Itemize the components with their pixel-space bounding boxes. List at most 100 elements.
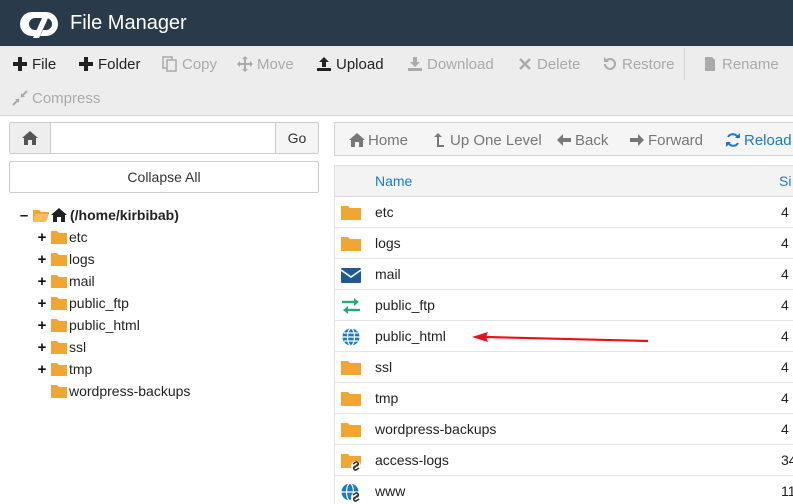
row-size: 34 — [781, 452, 793, 468]
expand-toggle[interactable]: + — [36, 361, 48, 378]
compress-button[interactable]: Compress — [12, 86, 100, 110]
row-name: public_ftp — [375, 297, 435, 313]
row-size: 4 — [781, 204, 789, 220]
expand-toggle[interactable]: + — [36, 339, 48, 356]
move-button[interactable]: Move — [237, 52, 294, 76]
copy-label: Copy — [182, 55, 218, 73]
table-row[interactable]: ssl 4 — [335, 352, 793, 383]
reload-icon — [726, 133, 740, 147]
tree-item-label: public_ftp — [69, 295, 129, 311]
tree-item-label: wordpress-backups — [69, 383, 191, 399]
annotation-arrow-icon — [472, 332, 649, 343]
tree-root-label: (/home/kirbibab) — [70, 207, 179, 223]
folder-icon — [341, 361, 361, 375]
table-row[interactable]: etc 4 — [335, 197, 793, 228]
copy-icon — [162, 56, 177, 72]
collapse-all-button[interactable]: Collapse All — [9, 161, 319, 193]
row-name: www — [375, 483, 406, 499]
row-name: etc — [375, 204, 394, 220]
up-one-level-button[interactable]: Up One Level — [431, 131, 542, 149]
row-size: 11 — [781, 483, 793, 499]
folder-icon — [51, 252, 67, 266]
compress-label: Compress — [32, 89, 101, 107]
rename-label: Rename — [722, 55, 779, 73]
download-icon — [408, 57, 422, 71]
column-header-name[interactable]: Name — [375, 173, 412, 189]
table-row[interactable]: wordpress-backups 4 — [335, 414, 793, 445]
reload-label: Reload — [744, 131, 792, 149]
collapse-toggle[interactable]: – — [18, 207, 30, 224]
expand-toggle[interactable]: + — [36, 317, 48, 334]
folder-icon — [51, 362, 67, 376]
forward-button[interactable]: Forward — [629, 131, 703, 149]
folder-link-icon — [341, 454, 361, 471]
tree-item-label: tmp — [69, 361, 93, 377]
new-file-button[interactable]: File — [12, 52, 56, 76]
globe-icon — [342, 327, 360, 347]
restore-button[interactable]: Restore — [602, 52, 675, 76]
rename-button[interactable]: Rename — [702, 52, 779, 76]
row-size: 4 — [781, 328, 789, 344]
tree-item-mail[interactable]: + mail — [36, 270, 95, 292]
file-icon — [705, 57, 715, 71]
reload-button[interactable]: Reload — [725, 131, 792, 149]
folder-icon — [51, 230, 67, 244]
folder-icon — [51, 384, 67, 398]
copy-button[interactable]: Copy — [162, 52, 217, 76]
home-icon — [349, 133, 365, 147]
folder-icon — [341, 392, 361, 406]
path-input[interactable] — [51, 123, 275, 153]
tree-item-public-ftp[interactable]: + public_ftp — [36, 292, 129, 314]
tree-item-etc[interactable]: + etc — [36, 226, 88, 248]
tree-item-tmp[interactable]: + tmp — [36, 358, 93, 380]
home-path-button[interactable] — [10, 123, 51, 153]
row-name: public_html — [375, 328, 446, 344]
tree-item-logs[interactable]: + logs — [36, 248, 95, 270]
download-button[interactable]: Download — [407, 52, 494, 76]
upload-label: Upload — [336, 55, 384, 73]
compress-icon — [12, 90, 28, 106]
table-row[interactable]: www 11 — [335, 476, 793, 504]
plus-icon — [79, 57, 93, 71]
forward-label: Forward — [648, 131, 704, 149]
app-header: File Manager — [0, 0, 793, 46]
tree-item-wordpress-backups[interactable]: wordpress-backups — [36, 380, 190, 402]
restore-icon — [604, 57, 616, 70]
back-button[interactable]: Back — [556, 131, 608, 149]
tree-item-public-html[interactable]: + public_html — [36, 314, 140, 336]
new-folder-button[interactable]: Folder — [78, 52, 141, 76]
folder-icon — [51, 296, 67, 310]
go-button[interactable]: Go — [275, 123, 318, 153]
expand-toggle[interactable]: + — [36, 251, 48, 268]
tree-item-ssl[interactable]: + ssl — [36, 336, 87, 358]
tree-root[interactable]: – (/home/kirbibab) — [18, 204, 179, 226]
column-header-size[interactable]: Si — [779, 173, 791, 189]
new-file-label: File — [32, 55, 57, 73]
table-row[interactable]: mail 4 — [335, 259, 793, 290]
expand-toggle[interactable]: + — [36, 229, 48, 246]
row-name: logs — [375, 235, 401, 251]
home-button[interactable]: Home — [349, 131, 408, 149]
table-row[interactable]: access-logs 34 — [335, 445, 793, 476]
expand-toggle[interactable]: + — [36, 273, 48, 290]
home-label: Home — [368, 131, 409, 149]
download-label: Download — [427, 55, 494, 73]
arrow-left-icon — [557, 134, 571, 146]
back-label: Back — [575, 131, 609, 149]
folder-open-icon — [33, 209, 49, 222]
upload-icon — [317, 57, 331, 71]
plus-icon — [13, 57, 27, 71]
toolbar: File Folder Copy Move Upload Download De… — [0, 46, 793, 116]
cpanel-logo — [20, 12, 58, 38]
expand-toggle[interactable]: + — [36, 295, 48, 312]
upload-button[interactable]: Upload — [316, 52, 384, 76]
delete-button[interactable]: Delete — [517, 52, 580, 76]
new-folder-label: Folder — [98, 55, 141, 73]
tree-item-label: public_html — [69, 317, 140, 333]
table-row[interactable]: logs 4 — [335, 228, 793, 259]
table-row[interactable]: public_ftp 4 — [335, 290, 793, 321]
table-row[interactable]: tmp 4 — [335, 383, 793, 414]
arrow-right-icon — [630, 134, 644, 146]
row-size: 4 — [781, 390, 789, 406]
row-name: access-logs — [375, 452, 449, 468]
